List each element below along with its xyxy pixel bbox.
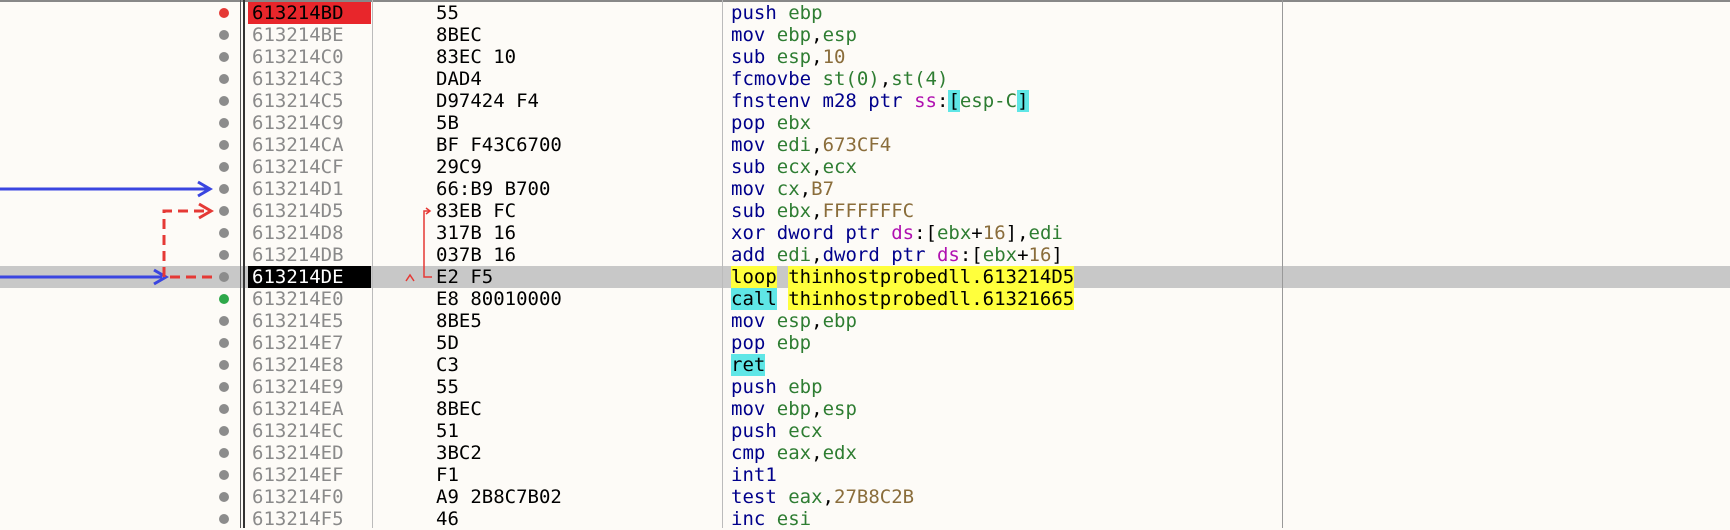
jump-arrows-layer [0, 180, 432, 286]
loop-jump-path [162, 209, 212, 279]
loop-up-caret [405, 273, 415, 282]
inline-jump-bracket [423, 210, 432, 278]
disassembly-view[interactable]: 613214BD 55 push ebp 613214BE 8BEC mov ebp,es… [0, 0, 1730, 530]
